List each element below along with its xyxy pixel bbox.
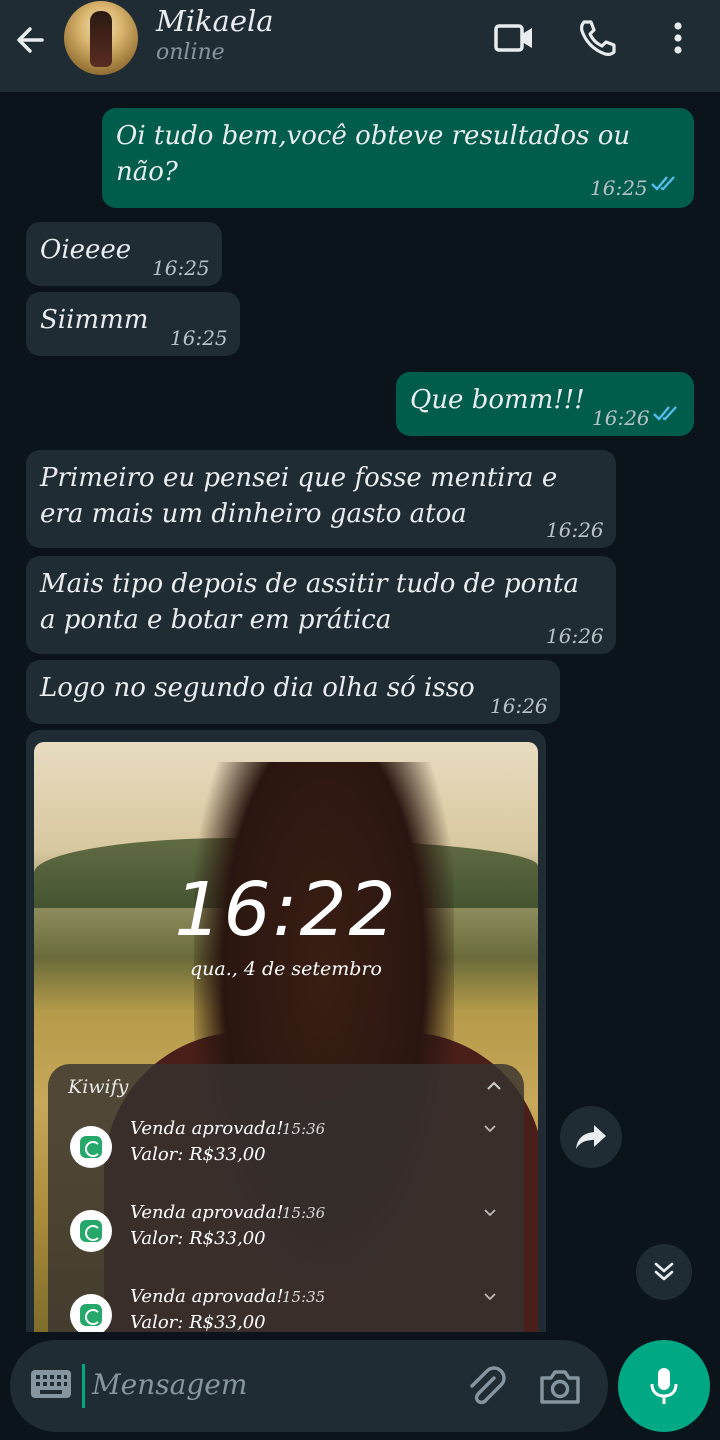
notification-value: Valor: R$33,00 (130, 1312, 266, 1332)
keyboard-icon[interactable] (30, 1368, 72, 1400)
image-message[interactable]: 16:22 qua., 4 de setembro Kiwify Venda a… (26, 730, 546, 1332)
notification-title: Venda aprovada! (130, 1202, 284, 1223)
message-text: Logo no segundo dia olha só isso (40, 673, 475, 703)
video-call-icon[interactable] (490, 14, 538, 62)
kiwify-app-icon (70, 1210, 112, 1252)
chevron-up-icon (487, 1081, 501, 1090)
message-time: 16:25 (152, 256, 210, 280)
text-cursor (82, 1364, 85, 1408)
avatar[interactable] (64, 1, 138, 75)
notification-value: Valor: R$33,00 (130, 1144, 266, 1165)
message-text: era mais um dinheiro gasto atoa (40, 499, 467, 529)
message-time: 16:26 (546, 518, 604, 542)
message-time: 16:26 (592, 406, 650, 430)
notification-item: Venda aprovada! 15:36 Valor: R$33,00 (66, 1202, 506, 1272)
notification-app-name: Kiwify (68, 1076, 129, 1098)
notification-group: Kiwify Venda aprovada! 15:36 Valor: R$33… (48, 1064, 524, 1332)
more-options-icon[interactable] (654, 14, 702, 62)
chevron-down-icon (484, 1293, 496, 1301)
message-bubble-outgoing[interactable]: Que bomm!!! 16:26 (396, 372, 694, 436)
lockscreen-date: qua., 4 de setembro (190, 958, 382, 980)
read-ticks-icon (651, 176, 675, 191)
notification-value: Valor: R$33,00 (130, 1228, 266, 1249)
chevron-down-icon (484, 1209, 496, 1217)
contact-status: online (156, 40, 225, 65)
message-input-bar: Mensagem (10, 1340, 608, 1432)
message-text: a ponta e botar em prática (40, 605, 392, 635)
chat-area[interactable]: Oi tudo bem,você obteve resultados ou nã… (0, 92, 720, 1332)
notification-item: Venda aprovada! 15:36 Valor: R$33,00 (66, 1118, 506, 1188)
message-bubble-incoming[interactable]: Siimmm 16:25 (26, 292, 240, 356)
notification-time: 15:35 (282, 1288, 326, 1306)
forward-icon[interactable] (560, 1106, 622, 1168)
notification-time: 15:36 (282, 1120, 326, 1138)
kiwify-app-icon (70, 1126, 112, 1168)
shared-photo[interactable]: 16:22 qua., 4 de setembro Kiwify Venda a… (34, 742, 538, 1332)
lockscreen-clock: 16:22 (174, 867, 398, 953)
message-input[interactable]: Mensagem (92, 1368, 247, 1401)
message-bubble-incoming[interactable]: Primeiro eu pensei que fosse mentira e e… (26, 450, 616, 548)
scroll-down-icon[interactable] (636, 1244, 692, 1300)
message-text: Primeiro eu pensei que fosse mentira e (40, 463, 558, 493)
message-time: 16:25 (170, 326, 228, 350)
notification-time: 15:36 (282, 1204, 326, 1222)
contact-name[interactable]: Mikaela (156, 4, 274, 38)
message-bubble-outgoing[interactable]: Oi tudo bem,você obteve resultados ou nã… (102, 108, 694, 208)
message-time: 16:25 (590, 176, 648, 200)
message-bubble-incoming[interactable]: Oieeee 16:25 (26, 222, 222, 286)
notification-item: Venda aprovada! 15:35 Valor: R$33,00 (66, 1286, 506, 1332)
kiwify-app-icon (70, 1294, 112, 1332)
attach-icon[interactable] (464, 1364, 508, 1408)
notification-title: Venda aprovada! (130, 1286, 284, 1307)
message-bubble-incoming[interactable]: Logo no segundo dia olha só isso 16:26 (26, 660, 560, 724)
chevron-down-icon (484, 1125, 496, 1133)
mic-icon[interactable] (618, 1340, 710, 1432)
notification-title: Venda aprovada! (130, 1118, 284, 1139)
message-time: 16:26 (546, 624, 604, 648)
message-bubble-incoming[interactable]: Mais tipo depois de assitir tudo de pont… (26, 556, 616, 654)
camera-icon[interactable] (538, 1366, 582, 1406)
chat-header: Mikaela online (0, 0, 720, 92)
message-text: Mais tipo depois de assitir tudo de pont… (40, 569, 579, 599)
phone-call-icon[interactable] (574, 14, 622, 62)
message-text: Oi tudo bem,você obteve resultados ou (116, 121, 631, 151)
back-arrow-icon[interactable] (12, 20, 52, 60)
message-time: 16:26 (490, 694, 548, 718)
read-ticks-icon (653, 406, 677, 421)
